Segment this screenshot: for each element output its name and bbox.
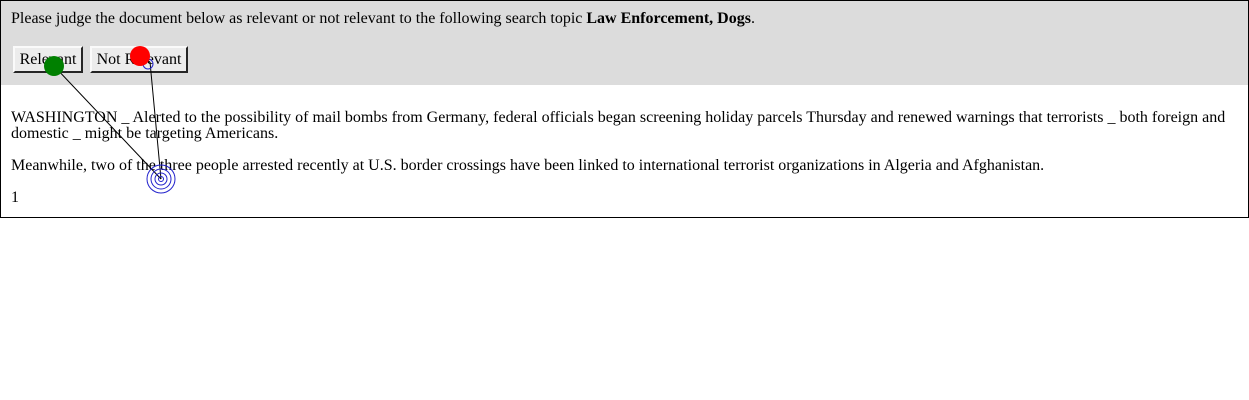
judgment-prompt: Please judge the document below as relev… (11, 10, 755, 28)
document-page-number: 1 (11, 189, 19, 206)
prompt-text: Please judge the document below as relev… (11, 10, 587, 27)
judgment-header: Please judge the document below as relev… (0, 0, 1249, 87)
prompt-period: . (750, 10, 755, 27)
search-topic: Law Enforcement, Dogs (586, 10, 751, 27)
not-relevant-button[interactable]: Not Relevant (90, 46, 188, 73)
document-paragraph: WASHINGTON _ Alerted to the possibility … (11, 109, 1226, 142)
document-panel: WASHINGTON _ Alerted to the possibility … (0, 85, 1249, 218)
relevant-button[interactable]: Relevant (13, 46, 83, 73)
document-paragraph: Meanwhile, two of the three people arres… (11, 157, 1045, 174)
